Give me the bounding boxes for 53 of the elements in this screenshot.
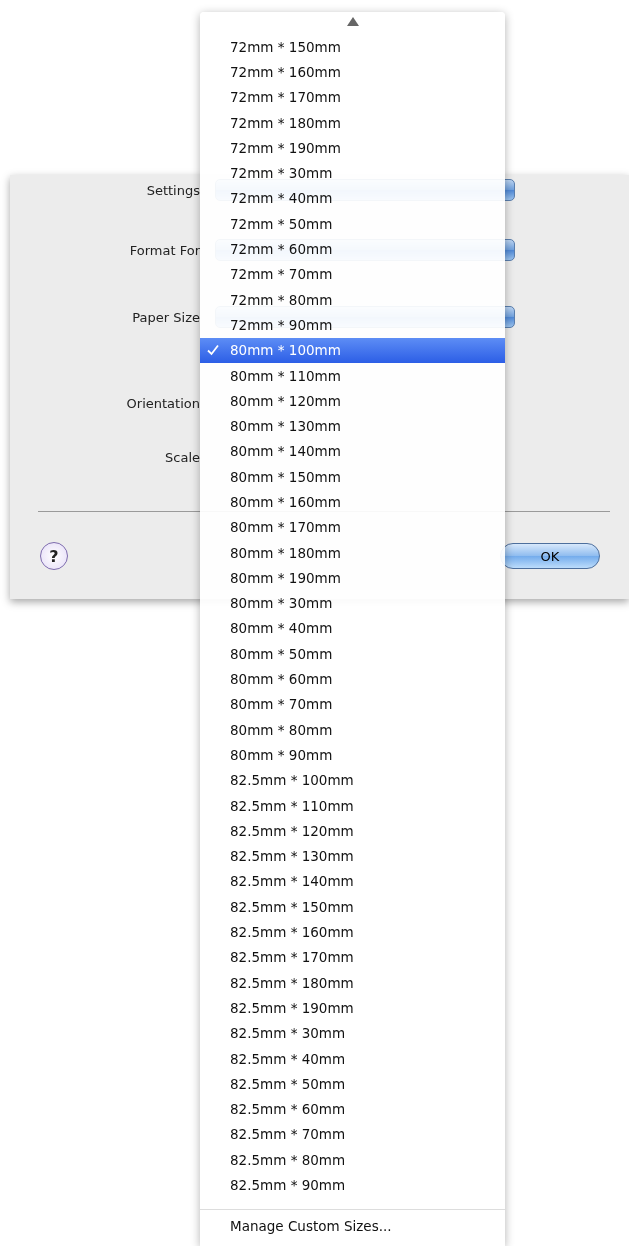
menu-item[interactable]: 82.5mm * 160mm (200, 919, 505, 945)
menu-item[interactable]: 72mm * 70mm (200, 261, 505, 287)
menu-item[interactable]: 80mm * 70mm (200, 691, 505, 717)
menu-item[interactable]: 82.5mm * 130mm (200, 843, 505, 869)
menu-item[interactable]: 80mm * 40mm (200, 615, 505, 642)
menu-item[interactable]: 82.5mm * 80mm (200, 1147, 505, 1173)
menu-item[interactable]: 72mm * 150mm (200, 34, 505, 60)
field-label: Orientation (125, 395, 200, 411)
field-label: Settings (145, 182, 200, 198)
menu-item[interactable]: 80mm * 90mm (200, 742, 505, 768)
menu-item[interactable]: 82.5mm * 170mm (200, 944, 505, 970)
menu-item[interactable]: 82.5mm * 50mm (200, 1071, 505, 1097)
menu-item[interactable]: 80mm * 130mm (200, 413, 505, 439)
checkmark-icon (207, 343, 219, 356)
menu-item[interactable]: 72mm * 60mm (200, 236, 505, 262)
menu-item[interactable]: 72mm * 170mm (200, 84, 505, 110)
menu-item[interactable]: 82.5mm * 100mm (200, 767, 505, 793)
menu-item[interactable]: 82.5mm * 70mm (200, 1121, 505, 1148)
scroll-up-arrow-icon[interactable] (346, 17, 359, 26)
menu-item[interactable]: 72mm * 50mm (200, 211, 505, 237)
menu-item[interactable]: 82.5mm * 150mm (200, 894, 505, 920)
menu-item[interactable]: 82.5mm * 140mm (200, 868, 505, 895)
field-label: Paper Size (131, 309, 200, 325)
menu-item[interactable]: 80mm * 110mm (200, 362, 505, 389)
menu-item[interactable]: 80mm * 120mm (200, 388, 505, 414)
menu-item[interactable]: Manage Custom Sizes... (200, 1213, 505, 1239)
menu-item[interactable]: 82.5mm * 110mm (200, 792, 505, 819)
menu-item[interactable]: 80mm * 150mm (200, 464, 505, 490)
menu-item[interactable]: 72mm * 80mm (200, 286, 505, 313)
field-label: Scale (164, 449, 200, 465)
menu-item[interactable]: 82.5mm * 60mm (200, 1096, 505, 1122)
menu-item[interactable]: 72mm * 30mm (200, 160, 505, 186)
menu-item[interactable]: 82.5mm * 180mm (200, 970, 505, 996)
menu-item[interactable]: 72mm * 90mm (200, 312, 505, 338)
menu-item[interactable]: 82.5mm * 40mm (200, 1045, 505, 1072)
menu-item[interactable]: 72mm * 180mm (200, 109, 505, 136)
menu-item[interactable]: 82.5mm * 120mm (200, 818, 505, 844)
menu-item[interactable]: 72mm * 40mm (200, 185, 505, 212)
menu-item[interactable]: 80mm * 140mm (200, 438, 505, 465)
menu-item[interactable]: 82.5mm * 30mm (200, 1020, 505, 1046)
field-label: Format For (128, 242, 200, 258)
menu-item[interactable]: 80mm * 30mm (200, 590, 505, 616)
menu-item[interactable]: 72mm * 190mm (200, 135, 505, 161)
menu-item[interactable]: 80mm * 60mm (200, 666, 505, 692)
help-button[interactable]: ? (40, 542, 68, 570)
menu-item[interactable]: 72mm * 160mm (200, 59, 505, 85)
menu-item[interactable]: 80mm * 170mm (200, 514, 505, 540)
menu-item[interactable]: 82.5mm * 190mm (200, 995, 505, 1021)
menu-item[interactable]: 80mm * 50mm (200, 641, 505, 667)
menu-item[interactable]: 80mm * 160mm (200, 489, 505, 515)
menu-item[interactable]: 82.5mm * 90mm (200, 1172, 505, 1198)
menu-item[interactable]: 80mm * 100mm (200, 337, 505, 363)
menu-item[interactable]: 80mm * 80mm (200, 717, 505, 743)
